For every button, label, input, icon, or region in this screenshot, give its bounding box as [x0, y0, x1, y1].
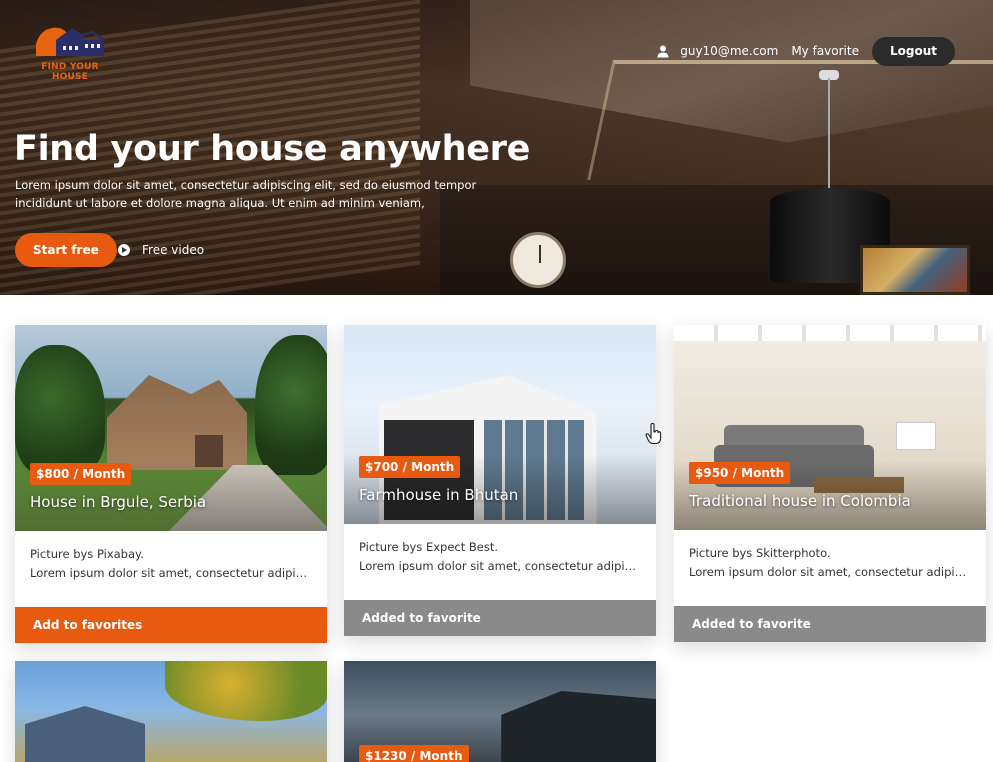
- user-icon: [657, 45, 669, 58]
- start-free-button[interactable]: Start free: [15, 233, 117, 267]
- photo-cabinet: [896, 422, 936, 450]
- my-favorite-link[interactable]: My favorite: [791, 44, 859, 58]
- photo-house: [107, 375, 247, 470]
- hero-description: Lorem ipsum dolor sit amet, consectetur …: [15, 178, 477, 210]
- photo-credit: Picture bys Pixabay.: [30, 547, 144, 561]
- added-to-favorite-button[interactable]: Added to favorite: [674, 606, 986, 642]
- photo-trees: [15, 345, 105, 475]
- listing-card: $1230 / Month: [344, 661, 656, 762]
- photo-house: [501, 691, 656, 762]
- listing-description: Lorem ipsum dolor sit amet, consectetur …: [359, 559, 641, 573]
- photo-house: [25, 706, 145, 762]
- listing-description: Lorem ipsum dolor sit amet, consectetur …: [689, 565, 971, 579]
- photo-trees: [165, 661, 327, 721]
- add-to-favorites-button[interactable]: Add to favorites: [15, 607, 327, 643]
- listing-card: $800 / Month House in Brgule, Serbia Pic…: [15, 325, 327, 643]
- listing-card: $950 / Month Traditional house in Colomb…: [674, 325, 986, 642]
- hero-painting: [860, 245, 970, 295]
- site-logo[interactable]: FIND YOUR HOUSE: [22, 22, 118, 82]
- photo-trees: [255, 335, 327, 475]
- hero-wall-clock: [510, 232, 566, 288]
- price-badge: $1230 / Month: [359, 745, 469, 762]
- photo-credit: Picture bys Skitterphoto.: [689, 546, 831, 560]
- hero-ceiling-light: [587, 60, 993, 180]
- listing-photo[interactable]: [15, 661, 327, 762]
- added-to-favorite-button[interactable]: Added to favorite: [344, 600, 656, 636]
- logo-text: FIND YOUR HOUSE: [41, 62, 99, 82]
- hero-title: Find your house anywhere: [14, 129, 531, 169]
- listing-description: Lorem ipsum dolor sit amet, consectetur …: [30, 566, 312, 580]
- price-badge: $800 / Month: [30, 463, 132, 485]
- listing-title: Traditional house in Colombia: [689, 492, 911, 510]
- photo-credit: Picture bys Expect Best.: [359, 540, 499, 554]
- play-icon: [118, 244, 130, 256]
- logout-button[interactable]: Logout: [871, 36, 955, 66]
- photo-ceiling-beams: [674, 325, 986, 341]
- listing-title: Farmhouse in Bhutan: [359, 486, 519, 504]
- free-video-label: Free video: [142, 243, 205, 257]
- user-email: guy10@me.com: [680, 44, 779, 58]
- listing-card: $700 / Month Farmhouse in Bhutan Picture…: [344, 325, 656, 636]
- top-nav: guy10@me.com My favorite Logout: [656, 36, 955, 66]
- price-badge: $700 / Month: [359, 456, 461, 478]
- hero-lamp-cord: [828, 78, 830, 193]
- hand-cursor-icon: [645, 423, 662, 445]
- house-logo-icon: [36, 27, 105, 56]
- listing-title: House in Brgule, Serbia: [30, 493, 207, 511]
- free-video-link[interactable]: Free video: [118, 241, 204, 259]
- price-badge: $950 / Month: [689, 462, 791, 484]
- listing-card: [15, 661, 327, 762]
